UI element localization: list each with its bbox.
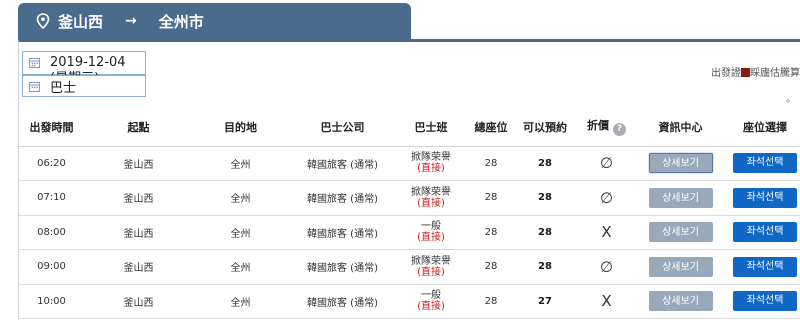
bus-grade: 掀隊荣譽 (直接) xyxy=(396,249,466,285)
route-origin: 釜山西 xyxy=(58,12,104,31)
col-bus-grade: 巴士班 xyxy=(396,108,466,147)
details-button[interactable]: 상세보기 xyxy=(648,187,713,208)
bus-schedule-table: 出發時間 起點 目的地 巴士公司 巴士班 總座位 可以預約 折價? 資訊中心 座… xyxy=(18,108,800,319)
direct-label: (直接) xyxy=(417,163,445,175)
origin: 釜山西 xyxy=(85,215,192,250)
total-seats: 28 xyxy=(466,215,516,250)
table-row: 06:20 釜山西 全州 韓國旅客 (通常) 掀隊荣譽 (直接) 28 28 ∅ 상세보기 좌석선택 xyxy=(18,146,800,181)
origin: 釜山西 xyxy=(85,146,192,181)
direct-label: (直接) xyxy=(417,266,445,278)
calendar-icon xyxy=(29,81,40,92)
calendar-icon xyxy=(29,58,40,68)
notice-dot: 。 xyxy=(786,94,796,105)
available-seats: 28 xyxy=(516,249,574,285)
bus-grade: 一般 (直接) xyxy=(396,284,466,319)
bus-type-selector[interactable]: 巴士 xyxy=(22,75,146,97)
table-header-row: 出發時間 起點 目的地 巴士公司 巴士班 總座位 可以預約 折價? 資訊中心 座… xyxy=(18,108,800,147)
table-row: 09:00 釜山西 全州 韓國旅客 (通常) 掀隊荣譽 (直接) 28 28 ∅ 상세보기 좌석선택 xyxy=(18,249,800,285)
notice-text: 出發證 睬廬估騰算 xyxy=(711,68,800,79)
available-seats: 28 xyxy=(516,215,574,250)
table-row: 08:00 釜山西 全州 韓國旅客 (通常) 一般 (直接) 28 28 X 상세보기 좌석선택 xyxy=(18,215,800,250)
departure-time: 06:20 xyxy=(18,146,85,181)
departure-time: 09:00 xyxy=(18,249,85,285)
date-selector[interactable]: 2019-12-04 (星期三) xyxy=(22,51,146,86)
origin: 釜山西 xyxy=(85,180,192,216)
question-icon[interactable]: ? xyxy=(613,123,626,137)
route-destination: 全州市 xyxy=(158,12,204,31)
bus-company: 韓國旅客 (通常) xyxy=(289,215,396,250)
discount-indicator: X xyxy=(574,284,639,319)
available-seats: 28 xyxy=(516,146,574,181)
discount-indicator: ∅ xyxy=(574,180,639,216)
bus-grade: 掀隊荣譽 (直接) xyxy=(396,180,466,216)
origin: 釜山西 xyxy=(85,284,192,319)
details-button[interactable]: 상세보기 xyxy=(648,153,713,174)
col-origin: 起點 xyxy=(85,108,192,147)
departure-time: 07:10 xyxy=(18,180,85,216)
origin: 釜山西 xyxy=(85,249,192,285)
map-pin-icon xyxy=(36,13,50,29)
available-seats: 27 xyxy=(516,284,574,319)
notice-mark xyxy=(741,68,750,77)
direct-label: (直接) xyxy=(417,301,445,313)
total-seats: 28 xyxy=(466,249,516,285)
direct-label: (直接) xyxy=(417,197,445,209)
bus-type-value: 巴士 xyxy=(50,80,77,96)
bus-company: 韓國旅客 (通常) xyxy=(289,180,396,216)
table-row: 10:00 釜山西 全州 韓國旅客 (通常) 一般 (直接) 28 27 X 상세보기 좌석선택 xyxy=(18,284,800,319)
details-button[interactable]: 상세보기 xyxy=(648,291,713,312)
col-available-seats: 可以預約 xyxy=(516,108,574,147)
discount-indicator: ∅ xyxy=(574,146,639,181)
col-destination: 目的地 xyxy=(192,108,289,147)
destination: 全州 xyxy=(192,249,289,285)
bus-company: 韓國旅客 (通常) xyxy=(289,249,396,285)
bus-company: 韓國旅客 (通常) xyxy=(289,284,396,319)
select-seat-button[interactable]: 좌석선택 xyxy=(733,291,797,312)
bus-grade: 一般 (直接) xyxy=(396,215,466,250)
col-info-center: 資訊中心 xyxy=(639,108,722,147)
route-arrow: → xyxy=(125,13,137,29)
details-button[interactable]: 상세보기 xyxy=(648,222,713,243)
direct-label: (直接) xyxy=(417,232,445,244)
departure-time: 08:00 xyxy=(18,215,85,250)
bus-company: 韓國旅客 (通常) xyxy=(289,146,396,181)
select-seat-button[interactable]: 좌석선택 xyxy=(733,187,797,208)
departure-time: 10:00 xyxy=(18,284,85,319)
select-seat-button[interactable]: 좌석선택 xyxy=(733,222,797,243)
total-seats: 28 xyxy=(466,146,516,181)
destination: 全州 xyxy=(192,180,289,216)
total-seats: 28 xyxy=(466,284,516,319)
details-button[interactable]: 상세보기 xyxy=(648,256,713,277)
table-row: 07:10 釜山西 全州 韓國旅客 (通常) 掀隊荣譽 (直接) 28 28 ∅ 상세보기 좌석선택 xyxy=(18,180,800,216)
select-seat-button[interactable]: 좌석선택 xyxy=(733,256,797,277)
col-departure-time: 出發時間 xyxy=(18,108,85,147)
discount-indicator: X xyxy=(574,215,639,250)
total-seats: 28 xyxy=(466,180,516,216)
destination: 全州 xyxy=(192,146,289,181)
col-total-seats: 總座位 xyxy=(466,108,516,147)
col-company: 巴士公司 xyxy=(289,108,396,147)
available-seats: 28 xyxy=(516,180,574,216)
bus-grade: 掀隊荣譽 (直接) xyxy=(396,146,466,181)
col-discount: 折價? xyxy=(574,108,639,147)
discount-indicator: ∅ xyxy=(574,249,639,285)
select-seat-button[interactable]: 좌석선택 xyxy=(733,153,797,174)
destination: 全州 xyxy=(192,284,289,319)
route-header: 釜山西 → 全州市 xyxy=(18,3,411,39)
destination: 全州 xyxy=(192,215,289,250)
col-seat-select: 座位選擇 xyxy=(722,108,800,147)
